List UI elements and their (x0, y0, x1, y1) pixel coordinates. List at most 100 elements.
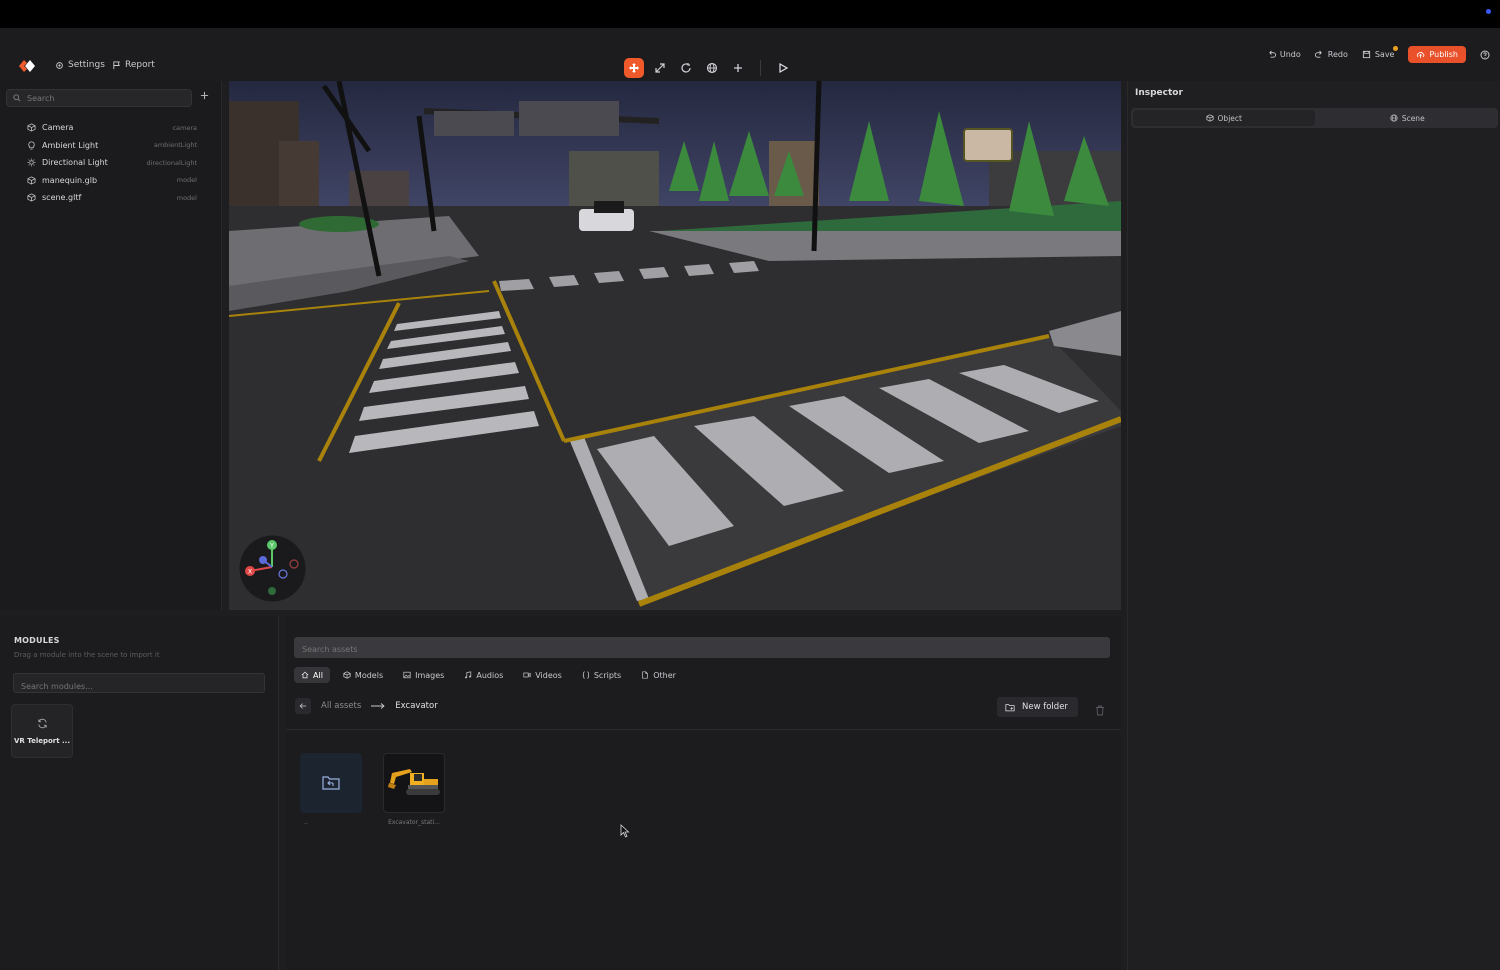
help-icon (1480, 50, 1490, 59)
asset-label: .. (304, 819, 308, 826)
filter-label: Videos (535, 670, 562, 680)
report-menu[interactable]: Report (112, 60, 155, 70)
tree-item-label: Directional Light (42, 158, 108, 168)
filter-scripts[interactable]: Scripts (575, 667, 628, 683)
tab-scene-label: Scene (1401, 113, 1425, 123)
tab-object-label: Object (1217, 113, 1242, 123)
module-card-vr-teleport[interactable]: VR Teleport ... (11, 704, 73, 758)
trash-icon (1096, 705, 1104, 716)
publish-button[interactable]: Publish (1408, 46, 1466, 63)
filter-label: All (313, 670, 323, 680)
module-card-label: VR Teleport ... (13, 736, 71, 745)
filter-label: Models (354, 670, 384, 680)
assets-search (294, 637, 1110, 660)
scene-hierarchy-panel: Camera camera Ambient Light ambientLight… (0, 81, 222, 610)
assets-panel: All Models Images Audios Videos Scripts … (286, 616, 1121, 970)
breadcrumb-current: Excavator (395, 701, 438, 711)
settings-menu[interactable]: Settings (55, 60, 105, 70)
gear-icon (56, 61, 63, 69)
tree-item-label: scene.gltf (42, 193, 82, 203)
filter-all[interactable]: All (294, 667, 330, 683)
tree-item-type: directionalLight (146, 158, 198, 167)
tree-item-type: ambientLight (153, 141, 197, 150)
plus-icon (200, 91, 209, 100)
plus-icon (734, 64, 742, 72)
inspector-tabs: Object Scene (1131, 108, 1498, 128)
assets-search-input[interactable] (294, 639, 1110, 660)
tab-object[interactable]: Object (1133, 110, 1315, 126)
scene-tree: Camera camera Ambient Light ambientLight… (0, 119, 222, 207)
asset-filters: All Models Images Audios Videos Scripts … (294, 667, 683, 683)
move-tool-button[interactable] (624, 58, 644, 78)
axis-y-label: Y (269, 543, 274, 550)
tree-item-camera[interactable]: Camera camera (0, 119, 222, 137)
window-top-strip (0, 0, 1500, 28)
world-space-button[interactable] (702, 58, 722, 78)
braces-icon (582, 671, 590, 679)
tree-item-manequin[interactable]: manequin.glb model (0, 172, 222, 190)
status-dot (1486, 9, 1491, 14)
header-actions: Undo Redo Save Publish (1267, 28, 1490, 81)
rotate-tool-button[interactable] (676, 58, 696, 78)
add-object-button[interactable] (728, 58, 748, 78)
filter-videos[interactable]: Videos (516, 667, 569, 683)
help-button[interactable] (1480, 50, 1490, 60)
arrow-left-icon (299, 703, 307, 709)
back-button[interactable] (295, 698, 311, 714)
filter-label: Audios (476, 670, 504, 680)
filter-other[interactable]: Other (634, 667, 683, 683)
image-icon (403, 671, 411, 679)
delete-button[interactable] (1095, 701, 1105, 720)
tree-item-scene-gltf[interactable]: scene.gltf model (0, 189, 222, 207)
tree-item-directional-light[interactable]: Directional Light directionalLight (0, 154, 222, 172)
tree-item-ambient-light[interactable]: Ambient Light ambientLight (0, 137, 222, 155)
refresh-icon (37, 718, 47, 728)
expand-icon (655, 63, 665, 73)
cube-icon (27, 193, 36, 202)
scale-tool-button[interactable] (650, 58, 670, 78)
asset-label: Excavator_stati... (388, 819, 440, 826)
tab-scene[interactable]: Scene (1317, 108, 1499, 128)
arrow-right-icon (371, 703, 385, 709)
scene-viewport[interactable] (229, 81, 1121, 610)
tree-item-label: Ambient Light (42, 140, 99, 150)
folder-return-icon (322, 776, 340, 790)
modules-search-input[interactable] (14, 677, 264, 696)
save-icon (1362, 50, 1370, 59)
app-logo[interactable] (18, 59, 36, 73)
redo-label: Redo (1327, 50, 1348, 59)
undo-button[interactable]: Undo (1267, 50, 1301, 59)
video-icon (523, 672, 531, 678)
sun-icon (27, 158, 36, 167)
save-button[interactable]: Save (1362, 46, 1399, 59)
add-scene-object-button[interactable] (200, 89, 209, 103)
home-icon (301, 671, 309, 679)
cloud-upload-icon (1417, 51, 1425, 59)
scene-search-input[interactable] (27, 93, 177, 103)
play-icon (779, 62, 789, 74)
inspector-panel: Inspector Object Scene (1127, 81, 1500, 970)
new-folder-label: New folder (1022, 702, 1068, 712)
asset-tile-excavator[interactable] (383, 753, 445, 813)
undo-icon (1269, 50, 1276, 58)
filter-audios[interactable]: Audios (457, 667, 510, 683)
breadcrumb-root[interactable]: All assets (321, 701, 361, 711)
redo-button[interactable]: Redo (1314, 50, 1348, 59)
asset-tile-parent-folder[interactable] (300, 753, 362, 813)
excavator-thumbnail-icon (388, 769, 440, 795)
save-label: Save (1374, 50, 1395, 59)
rotate-icon (681, 63, 691, 73)
search-icon (13, 94, 21, 102)
filter-label: Other (653, 670, 676, 680)
unsaved-indicator (1393, 46, 1399, 51)
tree-item-type: model (176, 176, 197, 185)
play-button[interactable] (773, 58, 793, 78)
filter-models[interactable]: Models (336, 667, 390, 683)
filter-label: Scripts (593, 670, 622, 680)
publish-label: Publish (1429, 50, 1458, 59)
report-label: Report (125, 60, 155, 70)
axis-gizmo[interactable]: Y X (239, 535, 306, 602)
filter-images[interactable]: Images (396, 667, 451, 683)
new-folder-button[interactable]: New folder (997, 697, 1078, 717)
modules-search (13, 673, 265, 696)
